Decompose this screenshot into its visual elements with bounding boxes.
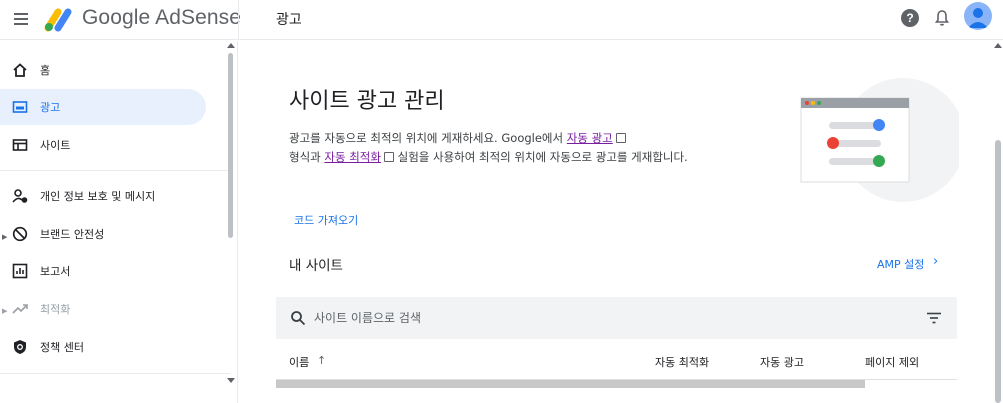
- description-part: 광고를 자동으로 최적의 위치에 게재하세요. Google에서: [289, 131, 567, 145]
- ads-icon: [12, 101, 28, 113]
- external-link-icon: [615, 133, 626, 143]
- sidebar-item-label: 사이트: [40, 139, 71, 152]
- table-header-row: 이름 ↑ 자동 최적화 자동 광고 페이지 제외: [276, 342, 957, 380]
- sidebar-item-label: 브랜드 안전성: [40, 228, 105, 241]
- menu-icon[interactable]: [12, 8, 34, 30]
- sidebar-item-ads[interactable]: 광고: [0, 89, 206, 125]
- sidebar-item-label: 홈: [40, 64, 51, 77]
- notifications-bell-icon[interactable]: [934, 9, 950, 27]
- adsense-logo-icon: [44, 8, 72, 32]
- sites-icon: [12, 139, 28, 151]
- description-part: 실험을 사용하여 최적의 위치에 자동으로 광고를 게재합니다.: [393, 150, 688, 164]
- site-search-bar: [276, 297, 957, 339]
- sort-arrow-icon[interactable]: ↑: [317, 354, 326, 367]
- site-ads-illustration: [800, 78, 959, 202]
- divider: [238, 0, 239, 40]
- sidebar-item-label: 개인 정보 보호 및 메시지: [40, 190, 156, 203]
- trending-icon: [12, 304, 28, 314]
- sidebar-item-policy-center[interactable]: 정책 센터: [0, 329, 206, 365]
- block-icon: [12, 226, 28, 242]
- my-sites-heading: 내 사이트: [289, 258, 343, 274]
- scroll-up-arrow[interactable]: [994, 43, 1002, 48]
- sidebar-item-label: 보고서: [40, 265, 71, 278]
- brand-name: Google AdSense: [82, 6, 242, 29]
- sidebar-item-optimization[interactable]: 최적화: [0, 291, 206, 327]
- loading-placeholder-bar: [276, 380, 865, 388]
- site-search-input[interactable]: [314, 308, 894, 328]
- filter-icon[interactable]: [926, 312, 942, 324]
- column-header-auto-optimize[interactable]: 자동 최적화: [655, 354, 709, 370]
- sidebar-item-privacy-messaging[interactable]: 개인 정보 보호 및 메시지: [0, 178, 206, 214]
- help-icon[interactable]: ?: [901, 9, 919, 27]
- scroll-up-arrow[interactable]: [227, 43, 235, 48]
- chevron-right-icon[interactable]: ›: [933, 254, 938, 269]
- description-text: 광고를 자동으로 최적의 위치에 게재하세요. Google에서 자동 광고 형…: [289, 129, 689, 167]
- sidebar-item-sites[interactable]: 사이트: [0, 127, 206, 163]
- column-header-page-exclusions[interactable]: 페이지 제외: [865, 354, 919, 370]
- auto-ads-link[interactable]: 자동 광고: [567, 131, 613, 145]
- main-content: 사이트 광고 관리 광고를 자동으로 최적의 위치에 게재하세요. Google…: [239, 41, 991, 403]
- divider: [0, 170, 230, 171]
- privacy-messaging-icon: [12, 189, 28, 203]
- page-scrollbar-thumb[interactable]: [995, 140, 1001, 403]
- external-link-icon: [383, 152, 394, 162]
- user-avatar[interactable]: [964, 2, 992, 30]
- column-header-name[interactable]: 이름: [289, 354, 309, 370]
- sidebar-item-brand-safety[interactable]: 브랜드 안전성: [0, 216, 206, 252]
- sidebar-scrollbar[interactable]: [228, 53, 233, 238]
- auto-optimize-link[interactable]: 자동 최적화: [324, 150, 381, 164]
- amp-settings-link[interactable]: AMP 설정: [877, 256, 924, 272]
- avatar-person-icon: [968, 8, 988, 28]
- sidebar-item-label: 최적화: [40, 303, 71, 316]
- scroll-down-arrow[interactable]: [227, 378, 235, 383]
- reports-icon: [12, 263, 28, 279]
- sidebar-nav: 홈 광고 사이트 개인 정보 보호 및 메시지 ▶ 브랜드 안전성 보고서 ▶ …: [0, 41, 238, 403]
- home-icon: [13, 63, 27, 77]
- divider: [0, 373, 230, 374]
- description-part: 형식과: [289, 150, 325, 164]
- policy-shield-icon: [14, 340, 26, 354]
- import-code-button[interactable]: 코드 가져오기: [294, 212, 358, 228]
- top-app-bar: Google AdSense 광고 ?: [0, 0, 1003, 40]
- sidebar-item-label: 광고: [40, 101, 61, 114]
- sidebar-item-reports[interactable]: 보고서: [0, 253, 206, 289]
- sidebar-item-home[interactable]: 홈: [0, 52, 206, 88]
- sidebar-item-label: 정책 센터: [40, 341, 84, 354]
- page-heading: 광고: [276, 12, 302, 28]
- page-title: 사이트 광고 관리: [289, 89, 445, 114]
- column-header-auto-ads[interactable]: 자동 광고: [760, 354, 804, 370]
- search-icon: [291, 311, 306, 326]
